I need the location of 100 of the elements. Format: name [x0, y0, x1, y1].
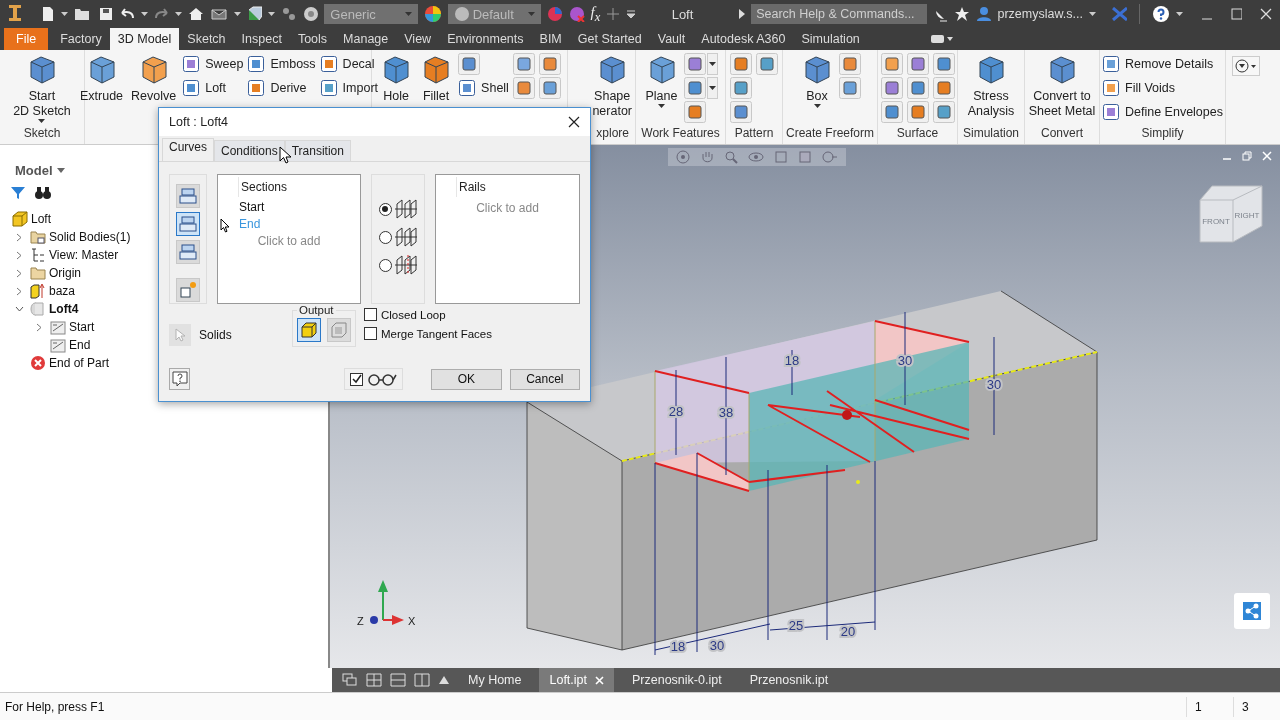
ribbon-button[interactable]: Hole: [378, 53, 415, 144]
square-icon[interactable]: [839, 77, 861, 99]
square-icon[interactable]: [538, 77, 561, 99]
nodes-icon[interactable]: [281, 6, 297, 22]
selection-tool-button[interactable]: [176, 240, 200, 264]
caret-icon[interactable]: [1175, 12, 1183, 16]
ribbon-tab[interactable]: View: [396, 28, 440, 50]
panel-toggle-icon[interactable]: [929, 34, 954, 44]
ribbon-tab[interactable]: Environments: [439, 28, 532, 50]
expand-icon[interactable]: [739, 9, 746, 19]
help-button[interactable]: [169, 368, 191, 390]
square-icon[interactable]: [932, 53, 955, 75]
square-icon[interactable]: [906, 101, 929, 123]
selection-tool-button[interactable]: [176, 278, 200, 302]
ribbon-button[interactable]: Extrude: [77, 53, 126, 144]
formula-button[interactable]: f$_{x}$: [590, 3, 601, 25]
save-icon[interactable]: [97, 6, 114, 22]
dialog-tab[interactable]: Transition: [284, 140, 351, 161]
square-icon[interactable]: [880, 77, 903, 99]
caret-icon[interactable]: [175, 12, 183, 16]
x-logo-icon[interactable]: [1111, 7, 1128, 21]
search-field[interactable]: Search Help & Commands...: [751, 4, 927, 24]
ribbon-button[interactable]: Shape nerator: [590, 53, 634, 124]
document-tab[interactable]: My Home: [458, 668, 532, 692]
ribbon-button[interactable]: Stress Analysis: [965, 53, 1017, 124]
expand-icon[interactable]: [36, 322, 43, 332]
checkbox-label[interactable]: Merge Tangent Faces: [381, 327, 493, 340]
ribbon-tab[interactable]: Inspect: [233, 28, 290, 50]
click-to-add-text[interactable]: Click to add: [436, 201, 579, 215]
radio-button[interactable]: [378, 202, 392, 216]
document-tab[interactable]: Przenosnik.ipt: [739, 668, 839, 692]
document-tab[interactable]: Przenosnik-0.ipt: [622, 668, 732, 692]
ribbon-tab[interactable]: Factory: [52, 28, 110, 50]
plus-icon[interactable]: [606, 7, 620, 21]
checkbox-label[interactable]: Closed Loop: [381, 308, 446, 321]
expand-icon[interactable]: [16, 250, 23, 260]
caret-icon[interactable]: [56, 168, 65, 173]
ribbon-button[interactable]: Shell: [458, 77, 509, 99]
caret-icon[interactable]: [658, 104, 665, 108]
dialog-button[interactable]: Cancel: [509, 368, 580, 390]
caret-icon[interactable]: [61, 12, 69, 16]
square-icon[interactable]: [538, 53, 561, 75]
square-icon[interactable]: [906, 77, 929, 99]
checkbox[interactable]: [364, 327, 377, 340]
tree-item[interactable]: Solid Bodies(1): [49, 230, 131, 244]
orbit-icon[interactable]: [748, 150, 764, 164]
ribbon-tab[interactable]: BIM: [531, 28, 570, 50]
dialog-tab[interactable]: Conditions: [214, 140, 285, 161]
caret-icon[interactable]: [233, 12, 241, 16]
tree-item[interactable]: End: [69, 338, 91, 352]
checkbox[interactable]: [350, 372, 364, 386]
ribbon-tab[interactable]: Get Started: [569, 28, 650, 50]
caret-icon[interactable]: [813, 104, 821, 108]
square-icon[interactable]: [932, 101, 955, 123]
rows-icon[interactable]: [390, 673, 406, 687]
ribbon-button[interactable]: Emboss: [247, 53, 316, 75]
ribbon-button[interactable]: Sweep: [182, 53, 244, 75]
square-icon[interactable]: [730, 77, 752, 99]
ribbon-button[interactable]: Plane: [643, 53, 680, 124]
restore-icon[interactable]: [1242, 151, 1252, 161]
square-icon[interactable]: [839, 53, 861, 75]
section-item[interactable]: Start: [218, 199, 360, 216]
grid-icon[interactable]: [366, 673, 382, 687]
ribbon-button[interactable]: Remove Details: [1102, 53, 1223, 75]
home-icon[interactable]: [188, 6, 205, 22]
square-icon[interactable]: [932, 77, 955, 99]
user-name[interactable]: przemyslaw.s...: [997, 7, 1083, 21]
ribbon-button[interactable]: Loft: [182, 77, 244, 99]
cube-icon[interactable]: [246, 6, 263, 22]
help-icon[interactable]: [1152, 5, 1170, 23]
ribbon-button[interactable]: Box: [799, 53, 835, 124]
customize-icon[interactable]: [625, 9, 636, 19]
expand-icon[interactable]: [16, 268, 23, 278]
sphere-icon[interactable]: [302, 6, 319, 22]
click-to-add-text[interactable]: Click to add: [218, 234, 360, 248]
tree-item[interactable]: View: Master: [49, 248, 119, 262]
ribbon-tab[interactable]: Vault: [649, 28, 694, 50]
tree-item[interactable]: Start: [69, 320, 95, 334]
square-icon[interactable]: [730, 101, 752, 123]
radio-button[interactable]: [378, 230, 392, 244]
ribbon-tab[interactable]: Tools: [289, 28, 336, 50]
tree-item[interactable]: baza: [49, 284, 76, 298]
folder-icon[interactable]: [74, 6, 92, 22]
caret-icon[interactable]: [38, 119, 46, 123]
dialog-tab[interactable]: Curves: [162, 138, 214, 161]
square-icon[interactable]: [512, 53, 535, 75]
output-option-button[interactable]: [297, 318, 321, 342]
browser-title[interactable]: Model: [15, 163, 53, 178]
selection-tool-button[interactable]: [176, 212, 200, 236]
tree-item[interactable]: Loft: [31, 212, 51, 226]
ribbon-tab[interactable]: Sketch: [179, 28, 234, 50]
ribbon-button[interactable]: Fill Voids: [1102, 77, 1223, 99]
share-button[interactable]: [1234, 593, 1270, 629]
tree-item[interactable]: Loft4: [49, 302, 79, 316]
ribbon-tab[interactable]: Autodesk A360: [693, 28, 794, 50]
document-tab[interactable]: Loft.ipt: [539, 668, 614, 692]
steering-wheel-icon[interactable]: [676, 150, 690, 164]
dropdown-button[interactable]: [706, 77, 718, 99]
ribbon-button[interactable]: Import: [319, 77, 379, 99]
square-icon[interactable]: [880, 101, 903, 123]
